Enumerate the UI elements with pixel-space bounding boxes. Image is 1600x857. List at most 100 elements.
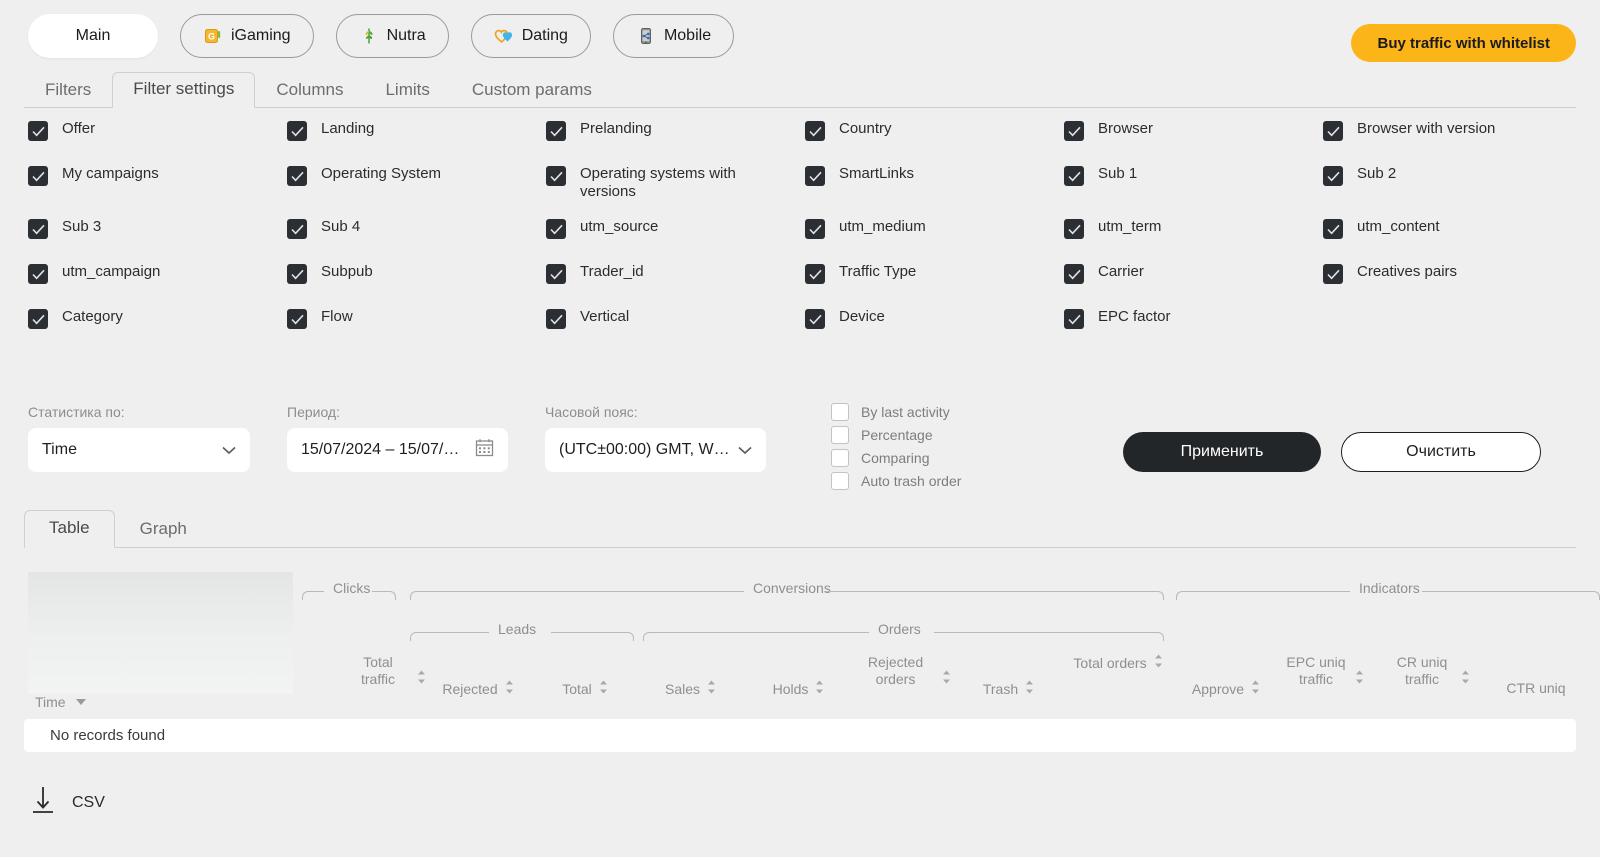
option-comparing[interactable]: Comparing: [831, 446, 961, 469]
checkbox-checked-icon[interactable]: [805, 309, 825, 329]
filter-checkbox-utm-content[interactable]: utm_content: [1323, 218, 1582, 239]
filter-checkbox-carrier[interactable]: Carrier: [1064, 263, 1323, 284]
checkbox-checked-icon[interactable]: [805, 264, 825, 284]
column-header-trash[interactable]: Trash: [966, 680, 1051, 698]
filter-checkbox-utm-medium[interactable]: utm_medium: [805, 218, 1064, 239]
checkbox-checked-icon[interactable]: [287, 121, 307, 141]
tab-limits[interactable]: Limits: [364, 73, 450, 108]
checkbox-checked-icon[interactable]: [546, 121, 566, 141]
filter-checkbox-utm-term[interactable]: utm_term: [1064, 218, 1323, 239]
column-header-sales[interactable]: Sales: [648, 680, 733, 698]
filter-checkbox-browser-with-version[interactable]: Browser with version: [1323, 120, 1582, 141]
sort-arrows-icon[interactable]: [942, 670, 951, 688]
calendar-icon[interactable]: [475, 438, 494, 462]
column-header-rejected[interactable]: Rejected: [428, 680, 528, 698]
filter-checkbox-operating-system[interactable]: Operating System: [287, 165, 546, 186]
vertical-tab-igaming[interactable]: G iGaming: [180, 14, 314, 58]
filter-checkbox-creatives-pairs[interactable]: Creatives pairs: [1323, 263, 1582, 284]
filter-checkbox-sub-3[interactable]: Sub 3: [28, 218, 287, 239]
column-header-holds[interactable]: Holds: [756, 680, 841, 698]
checkbox-unchecked-icon[interactable]: [831, 448, 849, 467]
column-header-total-traffic[interactable]: Total traffic: [346, 654, 426, 688]
checkbox-checked-icon[interactable]: [546, 219, 566, 239]
tab-custom-params[interactable]: Custom params: [451, 73, 613, 108]
column-header-cr-uniq-traffic[interactable]: CR uniq traffic: [1390, 654, 1470, 688]
checkbox-checked-icon[interactable]: [28, 264, 48, 284]
checkbox-unchecked-icon[interactable]: [831, 471, 849, 490]
buy-traffic-button[interactable]: Buy traffic with whitelist: [1351, 24, 1576, 62]
checkbox-checked-icon[interactable]: [28, 121, 48, 141]
column-header-total-orders[interactable]: Total orders: [1068, 654, 1168, 672]
sort-arrows-icon[interactable]: [1154, 654, 1163, 672]
filter-checkbox-device[interactable]: Device: [805, 308, 1064, 329]
filter-checkbox-subpub[interactable]: Subpub: [287, 263, 546, 284]
checkbox-checked-icon[interactable]: [1064, 309, 1084, 329]
checkbox-checked-icon[interactable]: [1323, 264, 1343, 284]
checkbox-checked-icon[interactable]: [1064, 166, 1084, 186]
filter-checkbox-utm-campaign[interactable]: utm_campaign: [28, 263, 287, 284]
checkbox-checked-icon[interactable]: [546, 166, 566, 186]
vertical-tab-mobile[interactable]: Mobile: [612, 14, 735, 58]
checkbox-checked-icon[interactable]: [805, 219, 825, 239]
filter-checkbox-flow[interactable]: Flow: [287, 308, 546, 329]
checkbox-checked-icon[interactable]: [28, 166, 48, 186]
sort-arrows-icon[interactable]: [1461, 670, 1470, 688]
filter-checkbox-country[interactable]: Country: [805, 120, 1064, 141]
checkbox-checked-icon[interactable]: [1323, 166, 1343, 186]
sort-arrows-icon[interactable]: [707, 680, 716, 698]
column-header-rejected-orders[interactable]: Rejected orders: [856, 654, 951, 688]
checkbox-checked-icon[interactable]: [28, 219, 48, 239]
filter-checkbox-operating-systems-with-versions[interactable]: Operating systems with versions: [546, 165, 805, 201]
period-daterange-input[interactable]: 15/07/2024 – 15/07/…: [287, 428, 508, 472]
filter-checkbox-utm-source[interactable]: utm_source: [546, 218, 805, 239]
sort-arrows-icon[interactable]: [1025, 680, 1034, 698]
checkbox-checked-icon[interactable]: [546, 264, 566, 284]
option-percentage[interactable]: Percentage: [831, 423, 961, 446]
filter-checkbox-browser[interactable]: Browser: [1064, 120, 1323, 141]
filter-checkbox-category[interactable]: Category: [28, 308, 287, 329]
checkbox-checked-icon[interactable]: [805, 121, 825, 141]
filter-checkbox-traffic-type[interactable]: Traffic Type: [805, 263, 1064, 284]
checkbox-unchecked-icon[interactable]: [831, 402, 849, 421]
filter-checkbox-landing[interactable]: Landing: [287, 120, 546, 141]
timezone-select[interactable]: (UTC±00:00) GMT, W…: [545, 428, 766, 472]
tab-filter-settings[interactable]: Filter settings: [112, 72, 256, 108]
column-header-total[interactable]: Total: [540, 680, 630, 698]
checkbox-checked-icon[interactable]: [1064, 121, 1084, 141]
sort-arrows-icon[interactable]: [815, 680, 824, 698]
column-header-approve[interactable]: Approve: [1176, 680, 1276, 698]
filter-checkbox-prelanding[interactable]: Prelanding: [546, 120, 805, 141]
csv-download-link[interactable]: CSV: [30, 785, 105, 820]
checkbox-checked-icon[interactable]: [1064, 264, 1084, 284]
checkbox-checked-icon[interactable]: [546, 309, 566, 329]
checkbox-checked-icon[interactable]: [287, 166, 307, 186]
vertical-tab-main[interactable]: Main: [28, 14, 158, 58]
checkbox-unchecked-icon[interactable]: [831, 425, 849, 444]
checkbox-checked-icon[interactable]: [28, 309, 48, 329]
filter-checkbox-offer[interactable]: Offer: [28, 120, 287, 141]
vertical-tab-dating[interactable]: Dating: [470, 14, 591, 58]
filter-checkbox-sub-1[interactable]: Sub 1: [1064, 165, 1323, 186]
filter-checkbox-epc-factor[interactable]: EPC factor: [1064, 308, 1323, 329]
checkbox-checked-icon[interactable]: [287, 264, 307, 284]
tab-graph[interactable]: Graph: [115, 511, 212, 548]
sort-arrows-icon[interactable]: [417, 670, 426, 688]
sort-arrows-icon[interactable]: [599, 680, 608, 698]
checkbox-checked-icon[interactable]: [1323, 219, 1343, 239]
vertical-tab-nutra[interactable]: Nutra: [335, 14, 449, 58]
filter-checkbox-sub-2[interactable]: Sub 2: [1323, 165, 1582, 186]
filter-checkbox-smartlinks[interactable]: SmartLinks: [805, 165, 1064, 186]
filter-checkbox-vertical[interactable]: Vertical: [546, 308, 805, 329]
tab-table[interactable]: Table: [24, 510, 115, 548]
checkbox-checked-icon[interactable]: [287, 309, 307, 329]
tab-filters[interactable]: Filters: [24, 73, 112, 108]
tab-columns[interactable]: Columns: [255, 73, 364, 108]
column-header-epc-uniq-traffic[interactable]: EPC uniq traffic: [1284, 654, 1364, 688]
apply-button[interactable]: Применить: [1123, 432, 1321, 472]
checkbox-checked-icon[interactable]: [805, 166, 825, 186]
column-header-time[interactable]: Time: [35, 694, 86, 710]
sort-arrows-icon[interactable]: [1251, 680, 1260, 698]
checkbox-checked-icon[interactable]: [287, 219, 307, 239]
option-by-last-activity[interactable]: By last activity: [831, 400, 961, 423]
option-auto-trash-order[interactable]: Auto trash order: [831, 469, 961, 492]
